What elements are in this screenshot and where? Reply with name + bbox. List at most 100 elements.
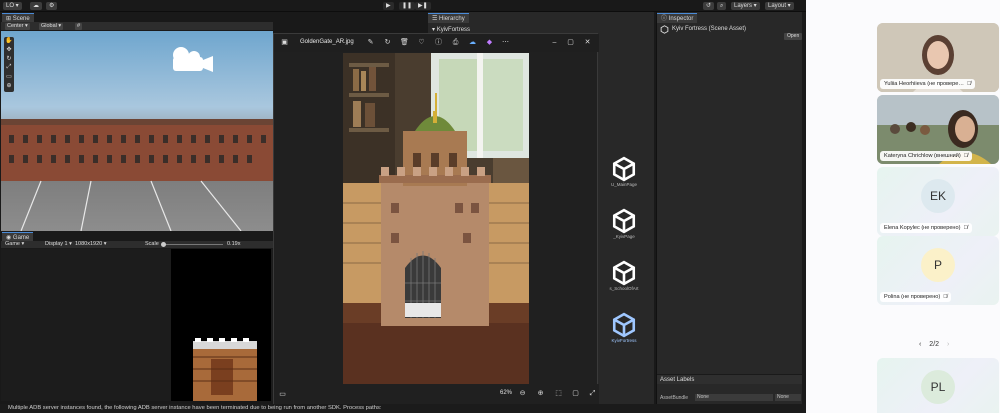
pivot-label: Center <box>7 23 24 29</box>
hierarchy-root-item[interactable]: ▾ KyivFortress <box>432 26 470 33</box>
participant-tile[interactable]: Kateryna Chrichlow (внешний) 🎙̸ <box>877 95 999 164</box>
asset-label: _KyivPage <box>613 234 635 239</box>
asset-item[interactable]: s_SchoolOfArt <box>604 260 644 291</box>
participant-name-pill: Kateryna Chrichlow (внешний) 🎙̸ <box>880 151 972 161</box>
hierarchy-tab-label: Hierarchy <box>439 16 465 22</box>
transform-tool-icon[interactable]: ⊕ <box>4 82 14 91</box>
transform-tools[interactable]: ✋ ✥ ↻ ⤢ ▭ ⊕ <box>4 37 14 92</box>
pivot-dropdown[interactable]: Center ▾ <box>5 23 30 30</box>
game-render <box>171 249 271 401</box>
fit-to-window-icon[interactable]: ⬚ <box>554 389 563 398</box>
camera-gizmo-icon[interactable] <box>173 47 213 72</box>
account-label: LO <box>6 3 15 9</box>
resolution-label: 1080x1920 <box>75 241 103 247</box>
hand-tool-icon[interactable]: ✋ <box>4 37 14 46</box>
game-toolbar: Game ▾ Display 1 ▾ 1080x1920 ▾ Scale 0.1… <box>1 241 273 249</box>
delete-icon[interactable]: 🗑 <box>400 38 409 47</box>
step-button[interactable]: ▶❚ <box>415 2 431 10</box>
space-dropdown[interactable]: Global ▾ <box>39 23 64 30</box>
tab-inspector[interactable]: ⓘ Inspector <box>657 13 698 23</box>
zoom-level: 62% <box>500 390 513 396</box>
mic-muted-icon: 🎙̸ <box>966 81 972 87</box>
participant-tile[interactable]: Yuliia Heorhiieva (не провере… 🎙̸ <box>877 23 999 92</box>
rotate-tool-icon[interactable]: ↻ <box>4 55 14 64</box>
rect-tool-icon[interactable]: ▭ <box>4 73 14 82</box>
prev-page-icon[interactable]: ‹ <box>919 341 921 348</box>
golden-gate-ar-photo <box>343 53 529 384</box>
grid-snap-icon[interactable]: # <box>75 23 83 30</box>
status-bar: Multiple ADB server instances found, the… <box>0 404 806 413</box>
game-mode-dropdown[interactable]: Game ▾ <box>3 241 26 248</box>
participant-name-pill: Elena Kopylec (не проверено) 🎙̸ <box>880 223 972 233</box>
account-button[interactable]: LO ▾ <box>3 2 22 10</box>
open-button[interactable]: Open <box>784 33 803 40</box>
history-icon[interactable]: ↺ <box>703 2 715 10</box>
zoom-out-icon[interactable]: ⊖ <box>518 389 527 398</box>
scale-slider-handle[interactable] <box>161 242 166 247</box>
favorite-icon[interactable]: ♡ <box>417 38 426 47</box>
tab-hierarchy[interactable]: ☰ Hierarchy <box>428 13 469 23</box>
maximize-icon[interactable]: ▢ <box>566 38 575 47</box>
scale-tool-icon[interactable]: ⤢ <box>4 64 14 73</box>
cloud-icon[interactable]: ☁ <box>30 2 42 10</box>
print-icon[interactable]: ⎙ <box>451 38 460 47</box>
minimize-icon[interactable]: – <box>550 38 559 47</box>
search-icon[interactable]: ⌕ <box>717 2 727 10</box>
asset-item[interactable]: U_MainPage <box>604 156 644 187</box>
edit-icon[interactable]: ✎ <box>366 38 375 47</box>
participant-name: Elena Kopylec (не проверено) <box>884 225 961 231</box>
asset-variant-dropdown[interactable]: None <box>775 394 801 401</box>
display-dropdown[interactable]: Display 1 ▾ <box>43 241 74 248</box>
scale-label: Scale <box>145 241 159 247</box>
scene-toolbar: Center ▾ Global ▾ # <box>1 22 273 31</box>
asset-labels-header: Asset Labels <box>657 374 804 384</box>
resolution-dropdown[interactable]: 1080x1920 ▾ <box>73 241 109 248</box>
close-icon[interactable]: ✕ <box>583 38 592 47</box>
layout-dropdown[interactable]: Layout ▾ <box>765 2 794 10</box>
avatar: P <box>921 248 955 282</box>
cloud-sync-icon[interactable]: ☁ <box>468 38 477 47</box>
zoom-in-icon[interactable]: ⊕ <box>536 389 545 398</box>
participant-tile[interactable]: EK Elena Kopylec (не проверено) 🎙̸ <box>877 167 999 236</box>
unity-toolbar: LO ▾ ☁ ⚙ ▶ ❚❚ ▶❚ ↺ ⌕ Layers ▾ Layout ▾ <box>0 0 806 12</box>
participant-tile[interactable]: PL <box>877 358 999 413</box>
collab-icon[interactable]: ⚙ <box>46 2 58 10</box>
info-icon[interactable]: ⓘ <box>434 38 443 47</box>
asset-bundle-dropdown[interactable]: None <box>695 394 773 401</box>
unity-scene-icon <box>612 208 636 234</box>
designer-icon[interactable]: ◆ <box>485 38 494 47</box>
game-building-render <box>193 338 257 401</box>
asset-label: s_SchoolOfArt <box>609 286 639 291</box>
participant-name-pill: Yuliia Heorhiieva (не провере… 🎙̸ <box>880 79 976 89</box>
layers-dropdown[interactable]: Layers ▾ <box>731 2 760 10</box>
status-message: Multiple ADB server instances found, the… <box>8 405 382 411</box>
game-view[interactable] <box>1 249 273 401</box>
scene-asset-icon <box>660 25 669 34</box>
rotate-icon[interactable]: ↻ <box>383 38 392 47</box>
space-label: Global <box>41 23 57 29</box>
actual-size-icon[interactable]: ▢ <box>571 389 580 398</box>
more-icon[interactable]: ⋯ <box>501 38 510 47</box>
scale-slider[interactable] <box>163 244 223 245</box>
next-page-icon[interactable]: › <box>947 341 949 348</box>
fullscreen-icon[interactable]: ⤢ <box>588 389 597 398</box>
play-button[interactable]: ▶ <box>383 2 394 10</box>
pause-button[interactable]: ❚❚ <box>399 2 416 10</box>
viewer-bottom-bar: ▭ 62% ⊖ ⊕ ⬚ ▢ ⤢ <box>274 384 599 404</box>
filmstrip-icon[interactable]: ▭ <box>278 390 287 399</box>
mic-muted-icon: 🎙̸ <box>963 153 968 159</box>
inspector-panel: ⓘ Inspector Kyiv Fortress (Scene Asset) … <box>656 12 804 404</box>
layers-label: Layers <box>734 3 753 9</box>
display-label: Display 1 <box>45 241 68 247</box>
move-tool-icon[interactable]: ✥ <box>4 46 14 55</box>
gallery-icon[interactable]: ▣ <box>280 38 289 47</box>
scene-view[interactable]: ✋ ✥ ↻ ⤢ ▭ ⊕ <box>1 31 273 231</box>
scene-render <box>1 47 273 231</box>
asset-bundle-label: AssetBundle <box>660 395 689 401</box>
pager-label: 2/2 <box>929 341 940 348</box>
viewer-titlebar: ▣ GoldenGate_AR.jpg ✎ ↻ 🗑 ♡ ⓘ ⎙ ☁ ◆ ⋯ – … <box>274 34 599 52</box>
asset-item[interactable]: _KyivPage <box>604 208 644 239</box>
asset-item-selected[interactable]: KyivFortress <box>604 312 644 343</box>
asset-label: U_MainPage <box>610 182 637 187</box>
participant-tile[interactable]: P Polina (не проверено) 🎙̸ <box>877 236 999 305</box>
